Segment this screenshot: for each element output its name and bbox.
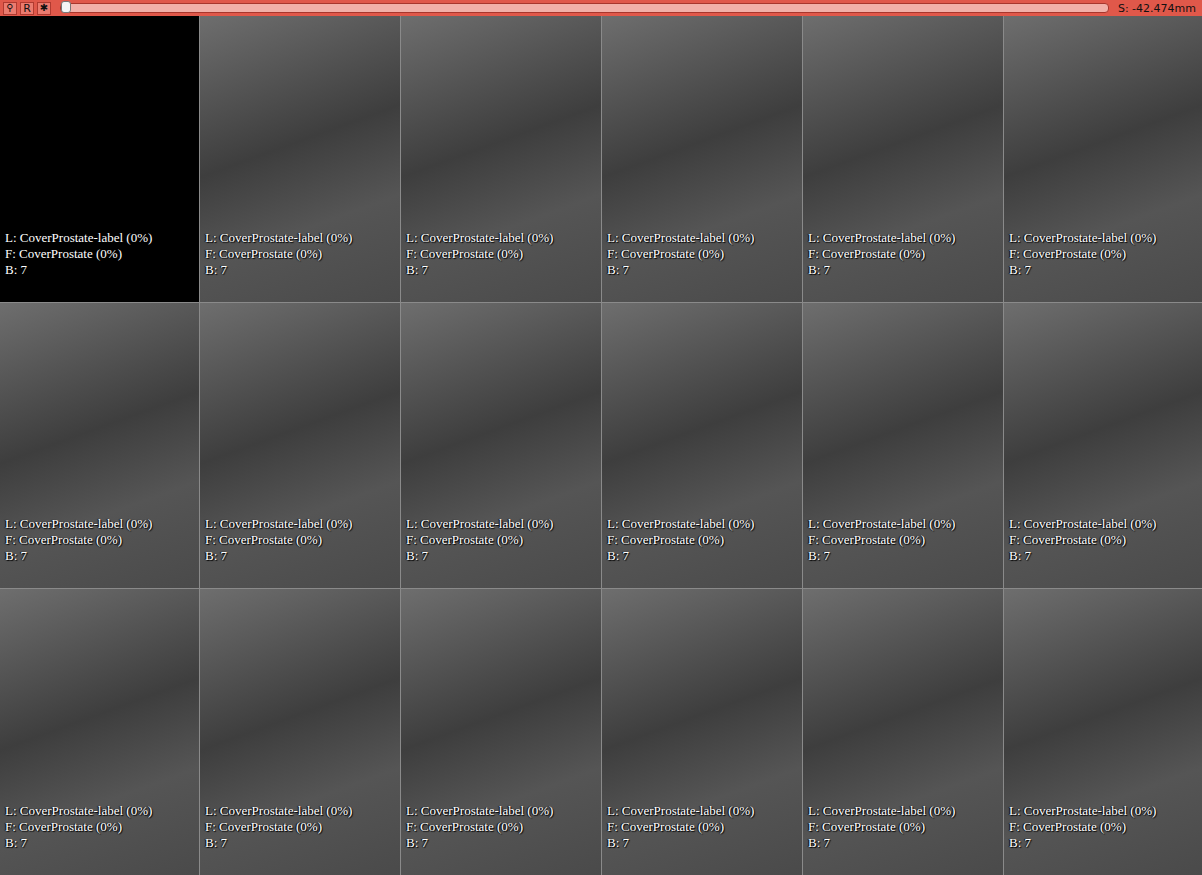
annotation-line: B: 7 [808, 548, 999, 564]
annotation-line: F: CoverProstate (0%) [1009, 532, 1198, 548]
annotation-line: B: 7 [406, 262, 597, 278]
tile-annotations: L: CoverProstate-label (0%)F: CoverProst… [406, 230, 597, 278]
annotation-line: L: CoverProstate-label (0%) [607, 230, 798, 246]
slice-tile[interactable]: L: CoverProstate-label (0%)F: CoverProst… [803, 589, 1003, 875]
slice-slider[interactable] [60, 3, 1109, 13]
tile-annotations: L: CoverProstate-label (0%)F: CoverProst… [607, 803, 798, 851]
slice-offset: S: -42.474mm [1118, 2, 1196, 15]
slice-tile[interactable]: L: CoverProstate-label (0%)F: CoverProst… [200, 16, 400, 302]
annotation-line: L: CoverProstate-label (0%) [607, 803, 798, 819]
annotation-line: F: CoverProstate (0%) [1009, 819, 1198, 835]
slice-tile[interactable]: L: CoverProstate-label (0%)F: CoverProst… [0, 589, 199, 875]
annotation-line: B: 7 [607, 548, 798, 564]
annotation-line: F: CoverProstate (0%) [406, 819, 597, 835]
annotation-line: F: CoverProstate (0%) [5, 532, 195, 548]
annotation-line: B: 7 [607, 262, 798, 278]
tile-annotations: L: CoverProstate-label (0%)F: CoverProst… [5, 803, 195, 851]
slice-tile[interactable]: L: CoverProstate-label (0%)F: CoverProst… [401, 303, 601, 589]
annotation-line: B: 7 [808, 262, 999, 278]
annotation-line: B: 7 [205, 548, 396, 564]
annotation-line: F: CoverProstate (0%) [607, 819, 798, 835]
annotation-line: F: CoverProstate (0%) [205, 532, 396, 548]
annotation-line: L: CoverProstate-label (0%) [5, 230, 195, 246]
slice-viewer: ⚲R✱ S: -42.474mm L: CoverProstate-label (0… [0, 0, 1202, 875]
annotation-line: L: CoverProstate-label (0%) [406, 230, 597, 246]
annotation-line: L: CoverProstate-label (0%) [1009, 230, 1198, 246]
tile-annotations: L: CoverProstate-label (0%)F: CoverProst… [205, 516, 396, 564]
orientation-button[interactable]: R [20, 2, 34, 15]
annotation-line: B: 7 [1009, 548, 1198, 564]
slice-tile[interactable]: L: CoverProstate-label (0%)F: CoverProst… [200, 303, 400, 589]
slice-tile[interactable]: L: CoverProstate-label (0%)F: CoverProst… [1004, 589, 1202, 875]
link-button[interactable]: ✱ [37, 2, 51, 15]
annotation-line: L: CoverProstate-label (0%) [607, 516, 798, 532]
tile-annotations: L: CoverProstate-label (0%)F: CoverProst… [205, 230, 396, 278]
annotation-line: F: CoverProstate (0%) [808, 819, 999, 835]
annotation-line: L: CoverProstate-label (0%) [5, 516, 195, 532]
annotation-line: F: CoverProstate (0%) [5, 246, 195, 262]
lightbox-grid: L: CoverProstate-label (0%)F: CoverProst… [0, 16, 1202, 875]
tile-annotations: L: CoverProstate-label (0%)F: CoverProst… [5, 516, 195, 564]
annotation-line: B: 7 [406, 548, 597, 564]
annotation-line: B: 7 [5, 262, 195, 278]
tile-annotations: L: CoverProstate-label (0%)F: CoverProst… [607, 230, 798, 278]
slice-tile[interactable]: L: CoverProstate-label (0%)F: CoverProst… [1004, 303, 1202, 589]
slice-controller-bar: ⚲R✱ S: -42.474mm [0, 0, 1202, 16]
slice-tile[interactable]: L: CoverProstate-label (0%)F: CoverProst… [602, 303, 802, 589]
pin-button[interactable]: ⚲ [3, 2, 17, 15]
annotation-line: F: CoverProstate (0%) [607, 532, 798, 548]
slice-tile[interactable]: L: CoverProstate-label (0%)F: CoverProst… [401, 589, 601, 875]
annotation-line: F: CoverProstate (0%) [406, 246, 597, 262]
annotation-line: L: CoverProstate-label (0%) [205, 803, 396, 819]
tile-annotations: L: CoverProstate-label (0%)F: CoverProst… [808, 230, 999, 278]
annotation-line: F: CoverProstate (0%) [5, 819, 195, 835]
tile-annotations: L: CoverProstate-label (0%)F: CoverProst… [808, 516, 999, 564]
annotation-line: B: 7 [205, 835, 396, 851]
tile-annotations: L: CoverProstate-label (0%)F: CoverProst… [607, 516, 798, 564]
annotation-line: B: 7 [1009, 262, 1198, 278]
slice-tile[interactable]: L: CoverProstate-label (0%)F: CoverProst… [200, 589, 400, 875]
slice-tile[interactable]: L: CoverProstate-label (0%)F: CoverProst… [803, 16, 1003, 302]
annotation-line: F: CoverProstate (0%) [808, 532, 999, 548]
tile-annotations: L: CoverProstate-label (0%)F: CoverProst… [205, 803, 396, 851]
annotation-line: B: 7 [808, 835, 999, 851]
slice-tile[interactable]: L: CoverProstate-label (0%)F: CoverProst… [602, 16, 802, 302]
annotation-line: L: CoverProstate-label (0%) [1009, 516, 1198, 532]
annotation-line: L: CoverProstate-label (0%) [1009, 803, 1198, 819]
annotation-line: F: CoverProstate (0%) [1009, 246, 1198, 262]
annotation-line: F: CoverProstate (0%) [607, 246, 798, 262]
annotation-line: B: 7 [1009, 835, 1198, 851]
slice-tile[interactable]: L: CoverProstate-label (0%)F: CoverProst… [0, 303, 199, 589]
annotation-line: B: 7 [5, 548, 195, 564]
annotation-line: B: 7 [607, 835, 798, 851]
slider-thumb[interactable] [61, 1, 71, 13]
annotation-line: B: 7 [205, 262, 396, 278]
annotation-line: L: CoverProstate-label (0%) [205, 230, 396, 246]
annotation-line: L: CoverProstate-label (0%) [808, 516, 999, 532]
tile-annotations: L: CoverProstate-label (0%)F: CoverProst… [406, 803, 597, 851]
annotation-line: B: 7 [406, 835, 597, 851]
slice-tile[interactable]: L: CoverProstate-label (0%)F: CoverProst… [803, 303, 1003, 589]
annotation-line: F: CoverProstate (0%) [205, 246, 396, 262]
annotation-line: L: CoverProstate-label (0%) [808, 803, 999, 819]
annotation-line: F: CoverProstate (0%) [808, 246, 999, 262]
annotation-line: F: CoverProstate (0%) [205, 819, 396, 835]
tile-annotations: L: CoverProstate-label (0%)F: CoverProst… [406, 516, 597, 564]
annotation-line: L: CoverProstate-label (0%) [5, 803, 195, 819]
slice-tile[interactable]: L: CoverProstate-label (0%)F: CoverProst… [401, 16, 601, 302]
tile-annotations: L: CoverProstate-label (0%)F: CoverProst… [808, 803, 999, 851]
annotation-line: L: CoverProstate-label (0%) [406, 516, 597, 532]
tile-annotations: L: CoverProstate-label (0%)F: CoverProst… [1009, 230, 1198, 278]
tile-annotations: L: CoverProstate-label (0%)F: CoverProst… [1009, 803, 1198, 851]
slice-tile[interactable]: L: CoverProstate-label (0%)F: CoverProst… [602, 589, 802, 875]
annotation-line: F: CoverProstate (0%) [406, 532, 597, 548]
tile-annotations: L: CoverProstate-label (0%)F: CoverProst… [1009, 516, 1198, 564]
slice-tile[interactable]: L: CoverProstate-label (0%)F: CoverProst… [1004, 16, 1202, 302]
annotation-line: L: CoverProstate-label (0%) [808, 230, 999, 246]
slice-tile[interactable]: L: CoverProstate-label (0%)F: CoverProst… [0, 16, 199, 302]
annotation-line: L: CoverProstate-label (0%) [205, 516, 396, 532]
annotation-line: L: CoverProstate-label (0%) [406, 803, 597, 819]
annotation-line: B: 7 [5, 835, 195, 851]
tile-annotations: L: CoverProstate-label (0%)F: CoverProst… [5, 230, 195, 278]
